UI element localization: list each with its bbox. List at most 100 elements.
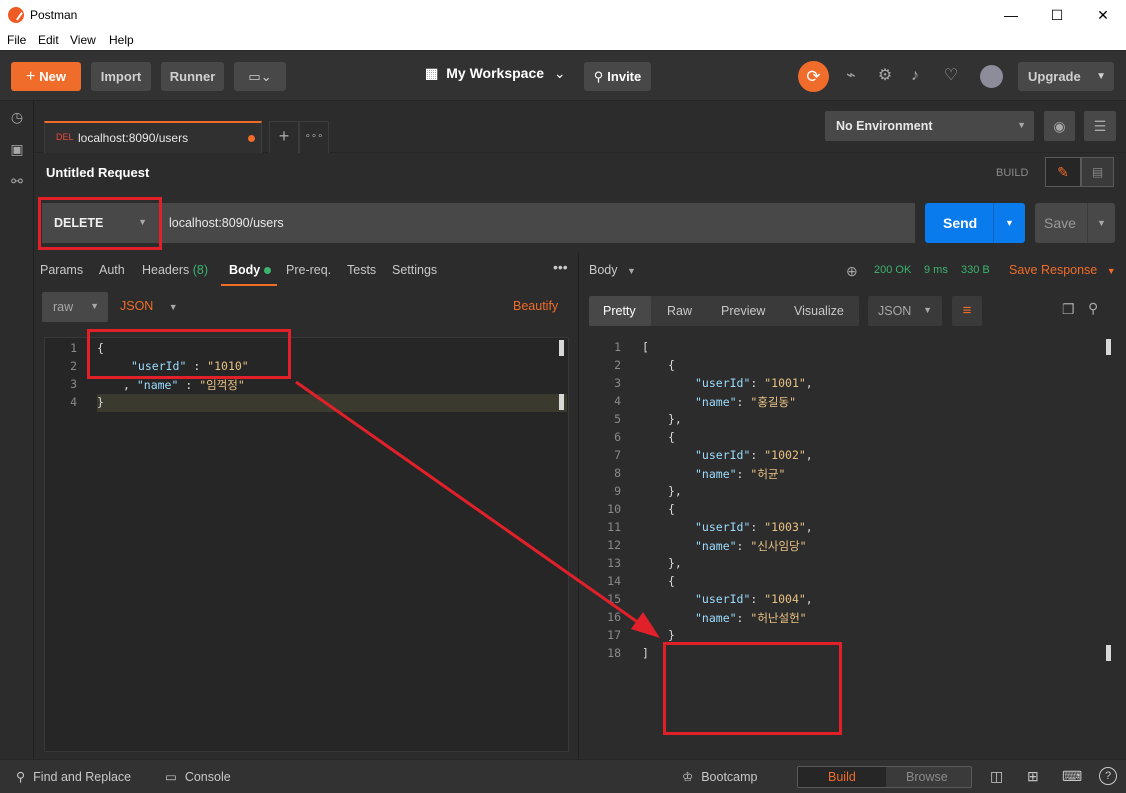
- history-icon[interactable]: ◷: [8, 109, 26, 127]
- more-tabs-icon[interactable]: ∘∘∘: [299, 121, 329, 153]
- current-line-highlight: [97, 394, 567, 412]
- code-line: ]: [642, 646, 649, 660]
- menu-file[interactable]: File: [7, 33, 26, 47]
- beautify-link[interactable]: Beautify: [513, 299, 558, 313]
- scrollbar-thumb[interactable]: [1106, 645, 1111, 661]
- search-icon[interactable]: ⚲: [1088, 300, 1098, 317]
- help-icon[interactable]: ?: [1099, 767, 1117, 785]
- scrollbar-thumb[interactable]: [559, 340, 564, 356]
- tab-tests[interactable]: Tests: [347, 263, 376, 277]
- line-number: 9: [614, 484, 621, 498]
- workspace-switcher[interactable]: ▦ My Workspace ⌄: [425, 65, 566, 89]
- response-body-select[interactable]: Body ▼: [589, 263, 636, 277]
- upgrade-label: Upgrade: [1028, 69, 1081, 84]
- status-bar: ⚲ Find and Replace ▭ Console ♔ Bootcamp Bui…: [0, 759, 1126, 793]
- comments-icon[interactable]: ▤: [1081, 157, 1114, 187]
- method-select[interactable]: DELETE ▼: [42, 203, 159, 243]
- menu-view[interactable]: View: [70, 33, 96, 47]
- tab-params[interactable]: Params: [40, 263, 83, 277]
- layout-grid-icon[interactable]: ⊞: [1027, 768, 1039, 785]
- main-toolbar: + New Import Runner ▭⌄ ▦ My Workspace ⌄ ⚲ I…: [0, 51, 1126, 101]
- send-caret-down-icon[interactable]: ▼: [993, 203, 1025, 243]
- workspace-label: My Workspace: [446, 65, 545, 81]
- build-mode-label: BUILD: [996, 167, 1029, 179]
- manage-environments-sliders-icon[interactable]: ☰: [1084, 111, 1116, 141]
- json-comma: ,: [123, 378, 137, 392]
- body-format-select[interactable]: JSON ▼: [120, 299, 180, 319]
- tab-body[interactable]: Body: [229, 263, 271, 277]
- status-code[interactable]: 200 OK: [874, 264, 911, 276]
- url-input[interactable]: localhost:8090/users: [161, 203, 915, 243]
- globe-icon[interactable]: ⊕: [846, 263, 858, 280]
- invite-button[interactable]: ⚲ Invite: [584, 62, 651, 91]
- response-body-viewer[interactable]: 1 2 3 4 5 6 7 8 9 10 11 12 13 14 15 16 1…: [589, 337, 1114, 752]
- new-window-button[interactable]: ▭⌄: [234, 62, 286, 91]
- tab-headers[interactable]: Headers (8): [142, 263, 208, 277]
- request-title[interactable]: Untitled Request: [46, 165, 149, 180]
- edit-pencil-icon[interactable]: ✎: [1045, 157, 1081, 187]
- save-response-button[interactable]: Save Response ▼: [1009, 263, 1116, 277]
- send-button[interactable]: Send ▼: [925, 203, 1025, 243]
- view-tab-pretty[interactable]: Pretty: [589, 296, 651, 326]
- request-tab[interactable]: DEL localhost:8090/users: [44, 121, 262, 153]
- build-toggle-button[interactable]: Build: [798, 767, 886, 787]
- maximize-button[interactable]: ☐: [1034, 0, 1080, 30]
- code-line: {: [668, 358, 675, 372]
- environment-quick-look-eye-icon[interactable]: ◉: [1044, 111, 1075, 141]
- caret-down-icon: ▼: [1017, 120, 1026, 130]
- bootcamp-button[interactable]: ♔ Bootcamp: [682, 769, 758, 784]
- more-options-icon[interactable]: •••: [553, 259, 568, 275]
- scrollbar-thumb[interactable]: [1106, 339, 1111, 355]
- tab-settings[interactable]: Settings: [392, 263, 437, 277]
- response-pane: Body ▼ ⊕ 200 OK 9 ms 330 B Save Response…: [580, 253, 1126, 759]
- save-caret-down-icon[interactable]: ▼: [1087, 203, 1115, 243]
- view-tab-visualize[interactable]: Visualize: [794, 304, 844, 318]
- two-pane-view-icon[interactable]: ◫: [990, 768, 1003, 785]
- keyboard-shortcuts-icon[interactable]: ⌨: [1062, 768, 1082, 785]
- close-button[interactable]: ✕: [1080, 0, 1126, 30]
- tab-auth[interactable]: Auth: [99, 263, 125, 277]
- avatar[interactable]: [980, 65, 1003, 88]
- add-tab-plus-icon[interactable]: +: [269, 121, 299, 153]
- code-line: "userId": "1002",: [695, 448, 813, 462]
- notifications-bell-icon[interactable]: ♪: [904, 65, 926, 87]
- view-tab-preview[interactable]: Preview: [721, 304, 765, 318]
- unsaved-dot-icon: [248, 135, 255, 142]
- json-separator: :: [178, 378, 200, 392]
- satellite-icon[interactable]: ⌁: [840, 65, 862, 87]
- body-mode-select[interactable]: raw ▼: [42, 292, 108, 322]
- import-button[interactable]: Import: [91, 62, 151, 91]
- body-mode-label: raw: [53, 300, 74, 314]
- response-time[interactable]: 9 ms: [924, 264, 948, 276]
- console-button[interactable]: ▭ Console: [165, 769, 231, 784]
- heart-icon[interactable]: ♡: [940, 65, 962, 87]
- request-body-editor[interactable]: 1 2 3 4 { "userId" : "1010" , "name" : "…: [44, 337, 569, 752]
- view-tab-raw[interactable]: Raw: [667, 304, 692, 318]
- sync-icon[interactable]: ⟳: [798, 61, 829, 92]
- title-bar: Postman — ☐ ✕: [0, 0, 1126, 30]
- json-key: "userId": [695, 592, 751, 606]
- caret-down-icon: ▼: [138, 217, 147, 227]
- menu-help[interactable]: Help: [109, 33, 134, 47]
- response-format-select[interactable]: JSON ▼: [868, 296, 942, 326]
- new-button[interactable]: + New: [11, 62, 81, 91]
- code-line: , "name" : "임꺽정": [123, 377, 245, 393]
- upgrade-button[interactable]: Upgrade ▼: [1018, 62, 1114, 91]
- collections-icon[interactable]: ▣: [8, 141, 26, 159]
- runner-button[interactable]: Runner: [161, 62, 224, 91]
- wrap-lines-icon[interactable]: ≡: [952, 296, 982, 326]
- browse-toggle-button[interactable]: Browse: [906, 770, 948, 784]
- response-size[interactable]: 330 B: [961, 264, 990, 276]
- save-label: Save: [1044, 215, 1076, 231]
- minimize-button[interactable]: —: [988, 0, 1034, 30]
- save-button[interactable]: Save ▼: [1035, 203, 1115, 243]
- find-replace-button[interactable]: ⚲ Find and Replace: [16, 769, 131, 784]
- response-format-label: JSON: [878, 304, 912, 318]
- environment-select[interactable]: No Environment ▼: [825, 111, 1034, 141]
- copy-icon[interactable]: ❐: [1062, 301, 1075, 318]
- menu-edit[interactable]: Edit: [38, 33, 59, 47]
- scrollbar-thumb[interactable]: [559, 394, 564, 410]
- settings-gear-icon[interactable]: ⚙: [874, 65, 896, 87]
- apis-icon[interactable]: ⚯: [8, 173, 26, 191]
- tab-prereq[interactable]: Pre-req.: [286, 263, 331, 277]
